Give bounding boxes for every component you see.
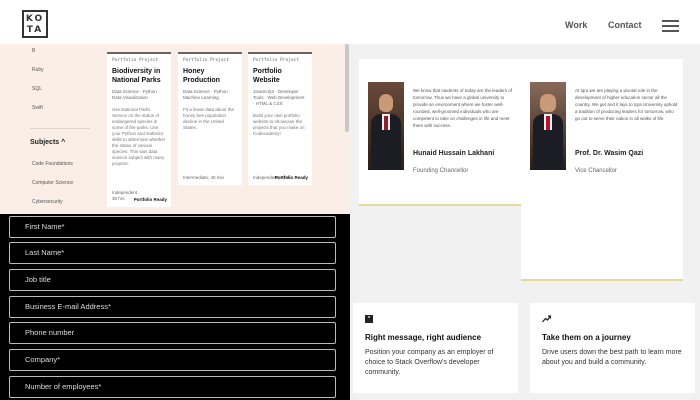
- card-type: Portfolio Project: [183, 58, 230, 63]
- card-title: Portfolio Website: [253, 68, 282, 84]
- nav-contact-link[interactable]: Contact: [608, 20, 642, 30]
- first-name-field[interactable]: First Name*: [9, 216, 336, 238]
- filter-item-ruby[interactable]: Ruby: [32, 67, 44, 73]
- filter-item-swift[interactable]: Swift: [32, 105, 43, 111]
- trend-arrow-svg: [542, 315, 552, 323]
- chancellor-portrait: [530, 82, 566, 170]
- filter-item-b[interactable]: B: [32, 48, 35, 54]
- chancellor-title: Vice Chancellor: [575, 168, 617, 174]
- filter-divider: [30, 128, 90, 129]
- quote-icon: ❞: [365, 315, 373, 323]
- portfolio-ready-badge: Portfolio Ready: [133, 197, 167, 202]
- chancellor-portrait: [368, 82, 404, 170]
- card-type: Portfolio Project: [253, 58, 300, 63]
- card-tags: JavaScript · Developer Tools · Web Devel…: [253, 89, 305, 106]
- card-description: Fit a linear data about the honey bee po…: [183, 107, 235, 130]
- subjects-heading[interactable]: Subjects ^: [30, 139, 65, 146]
- card-description: Use National Parks Service on the status…: [112, 107, 166, 166]
- portrait-head: [379, 94, 393, 112]
- chancellor-name: Prof. Dr. Wasim Qazi: [575, 150, 644, 157]
- logo-line-2: TA: [26, 25, 44, 35]
- trend-arrow-icon: [542, 315, 552, 323]
- filter-item-computer-science[interactable]: Computer Science: [32, 180, 73, 186]
- card-description: Build your own portfolio website to show…: [253, 113, 305, 136]
- right-content-panel: We know that students of today are the l…: [350, 44, 700, 400]
- portfolio-card-biodiversity[interactable]: Portfolio Project Biodiversity in Nation…: [107, 52, 171, 207]
- feature-title: Right message, right audience: [365, 333, 482, 342]
- logo-line-1: KO: [25, 14, 45, 24]
- hamburger-bar: [662, 25, 679, 27]
- filter-item-cybersecurity[interactable]: Cybersecurity: [32, 199, 63, 205]
- business-email-field[interactable]: Business E-mail Address*: [9, 296, 336, 318]
- chancellor-bio: At Iqra we are playing a pivotal role in…: [575, 88, 678, 121]
- company-field[interactable]: Company*: [9, 349, 336, 371]
- chancellor-bio: We know that students of today are the l…: [413, 88, 512, 128]
- nav-work-link[interactable]: Work: [565, 20, 587, 30]
- employee-count-field[interactable]: Number of employees*: [9, 376, 336, 398]
- feature-text: Drive users down the best path to learn …: [542, 349, 682, 366]
- last-name-field[interactable]: Last Name*: [9, 242, 336, 264]
- kota-logo[interactable]: KO TA: [22, 10, 48, 38]
- portfolio-filter-panel: B Ruby SQL Swift Subjects ^ Code Foundat…: [0, 44, 350, 214]
- card-tags: Data Science · Python · Machine Learning: [183, 89, 231, 100]
- portfolio-ready-badge: Portfolio Ready: [274, 175, 308, 180]
- chancellor-card-vice: At Iqra we are playing a pivotal role in…: [521, 59, 683, 281]
- card-tags: Data Science · Python · Data Visualizati…: [112, 89, 160, 100]
- feature-card-right-message: ❞ Right message, right audience Position…: [353, 303, 518, 393]
- site-header: KO TA Work Contact: [0, 0, 700, 48]
- card-type: Portfolio Project: [112, 58, 159, 63]
- card-title: Biodiversity in National Parks: [112, 68, 161, 84]
- feature-text: Position your company as an employer of …: [365, 349, 494, 376]
- scrollbar-thumb[interactable]: [345, 44, 349, 132]
- portrait-tie: [546, 116, 550, 130]
- feature-card-journey: Take them on a journey Drive users down …: [530, 303, 695, 393]
- hamburger-icon[interactable]: [662, 20, 679, 32]
- chancellor-title: Founding Chancellor: [413, 168, 469, 174]
- phone-number-field[interactable]: Phone number: [9, 322, 336, 344]
- lead-form: First Name* Last Name* Job title Busines…: [0, 214, 350, 400]
- hamburger-bar: [662, 20, 679, 22]
- filter-sidebar: B Ruby SQL Swift Subjects ^ Code Foundat…: [0, 44, 100, 214]
- portfolio-card-honey-production[interactable]: Portfolio Project Honey Production Data …: [178, 52, 242, 185]
- card-footer: Intermediate, 40 min: [183, 175, 225, 180]
- portrait-tie: [384, 116, 388, 130]
- filter-item-sql[interactable]: SQL: [32, 86, 42, 92]
- feature-title: Take them on a journey: [542, 333, 631, 342]
- filter-item-code-foundations[interactable]: Code Foundations: [32, 161, 73, 167]
- job-title-field[interactable]: Job title: [9, 269, 336, 291]
- chancellor-name: Hunaid Hussain Lakhani: [413, 150, 495, 157]
- card-title: Honey Production: [183, 68, 220, 84]
- hamburger-bar: [662, 30, 679, 32]
- portrait-head: [540, 94, 556, 112]
- chancellor-card-founding: We know that students of today are the l…: [359, 59, 521, 206]
- portfolio-card-portfolio-website[interactable]: Portfolio Project Portfolio Website Java…: [248, 52, 312, 185]
